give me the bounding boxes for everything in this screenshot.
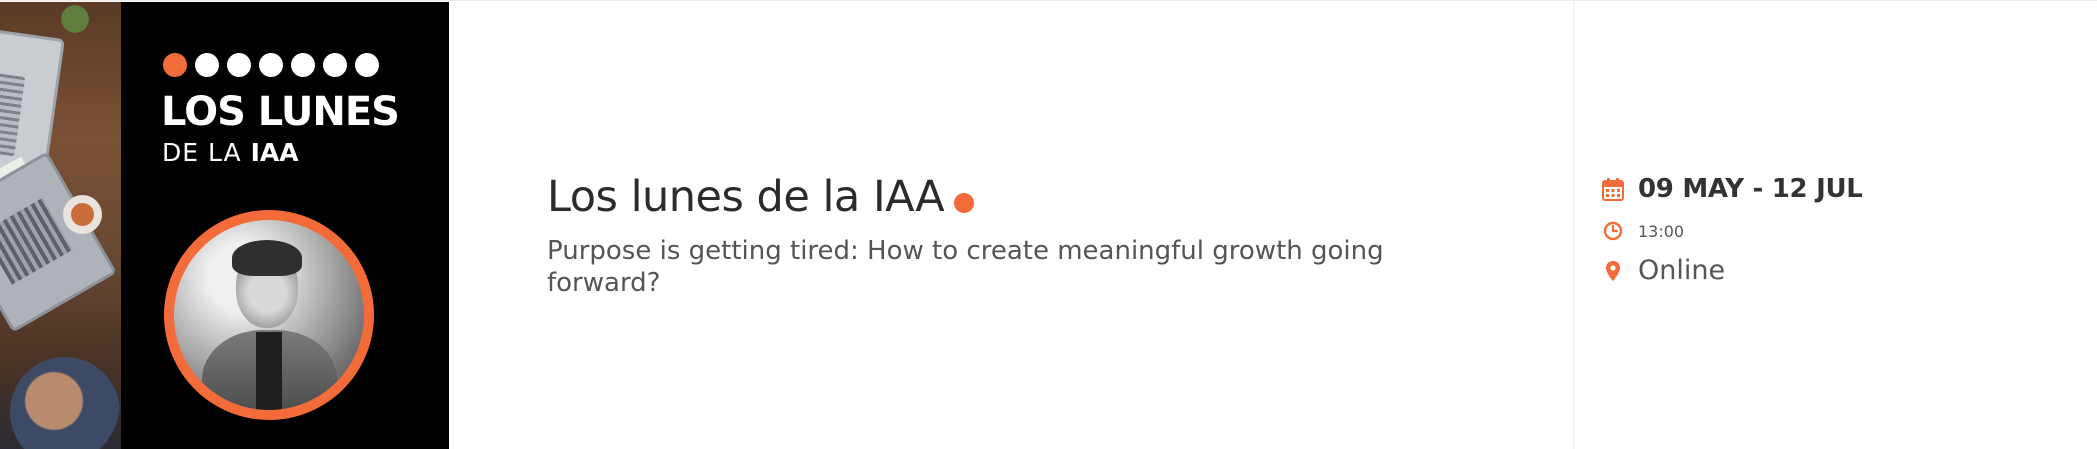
- title-dot-icon: [954, 193, 975, 213]
- promo-dot: [227, 53, 251, 77]
- clock-icon: [1602, 219, 1624, 243]
- event-time-row: 13:00: [1602, 219, 2072, 243]
- event-location-row: Online: [1602, 253, 2072, 289]
- promo-brand-logo: IAA: [250, 138, 299, 167]
- calendar-icon: [1602, 177, 1624, 201]
- event-title[interactable]: Los lunes de la IAA: [547, 171, 1497, 223]
- event-title-text: Los lunes de la IAA: [547, 172, 945, 222]
- event-location: Online: [1638, 255, 1726, 286]
- promo-dot: [195, 53, 219, 77]
- promo-subtitle-prefix: DE LA: [162, 138, 242, 167]
- promo-dot: [355, 53, 379, 77]
- event-description: Purpose is getting tired: How to create …: [547, 236, 1384, 298]
- event-card[interactable]: LOS LUNES DE LA IAA Los lunes de la IAA …: [0, 0, 2097, 449]
- promo-subtitle: DE LA IAA: [162, 138, 299, 168]
- column-divider: [1573, 2, 1574, 449]
- promo-dot: [259, 53, 283, 77]
- speaker-portrait: [174, 220, 364, 410]
- event-main: Los lunes de la IAA Purpose is getting t…: [547, 171, 1497, 299]
- event-promo-image[interactable]: LOS LUNES DE LA IAA: [0, 2, 449, 449]
- promo-dots: [163, 53, 379, 77]
- event-date-row: 09 MAY - 12 JUL: [1602, 169, 2072, 209]
- event-time: 13:00: [1638, 221, 1685, 241]
- map-pin-icon: [1602, 259, 1624, 283]
- event-dates: 09 MAY - 12 JUL: [1638, 174, 1863, 204]
- event-meta: 09 MAY - 12 JUL 13:00 Online: [1602, 169, 2072, 289]
- promo-dot-accent: [163, 53, 187, 77]
- promo-dot: [291, 53, 315, 77]
- desk-photo: [0, 2, 121, 449]
- promo-dot: [323, 53, 347, 77]
- promo-title: LOS LUNES: [161, 89, 400, 135]
- speaker-portrait-ring: [164, 210, 374, 420]
